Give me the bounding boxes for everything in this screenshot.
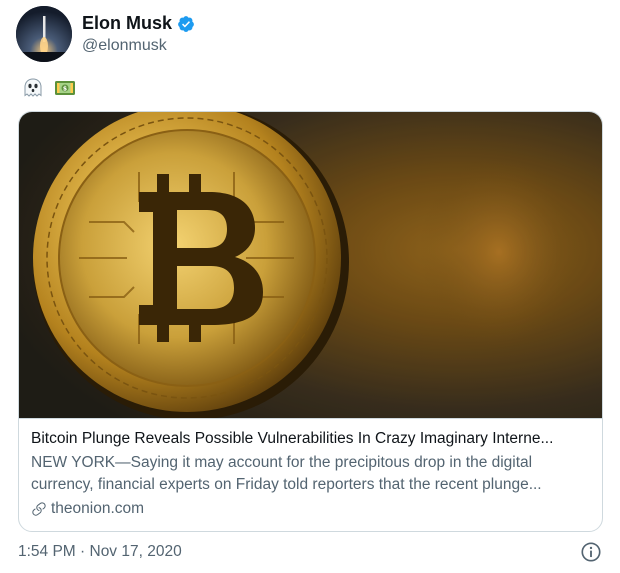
dollar-banknote-emoji-icon: $ <box>54 78 76 98</box>
user-info: Elon Musk @elonmusk <box>82 13 195 55</box>
tweet-timestamp[interactable]: 1:54 PM · Nov 17, 2020 <box>18 543 182 561</box>
card-domain[interactable]: theonion.com <box>31 498 590 520</box>
card-description: NEW YORK—Saying it may account for the p… <box>31 454 542 493</box>
avatar[interactable] <box>16 6 72 62</box>
ghost-emoji-icon <box>22 78 44 98</box>
tweet-header: Elon Musk @elonmusk <box>16 4 195 64</box>
display-name[interactable]: Elon Musk <box>82 13 172 34</box>
card-text[interactable]: Bitcoin Plunge Reveals Possible Vulnerab… <box>19 418 602 531</box>
user-handle[interactable]: @elonmusk <box>82 37 195 55</box>
card-domain-text[interactable]: theonion.com <box>51 498 144 520</box>
info-icon[interactable] <box>580 541 602 563</box>
name-row: Elon Musk <box>82 13 195 34</box>
card-title[interactable]: Bitcoin Plunge Reveals Possible Vulnerab… <box>31 429 590 449</box>
link-preview-card[interactable]: Bitcoin Plunge Reveals Possible Vulnerab… <box>18 111 603 532</box>
tweet: Elon Musk @elonmusk $ Bitcoin Plunge Rev… <box>0 0 620 573</box>
link-icon <box>31 501 47 517</box>
card-image-bitcoin-coin[interactable] <box>19 112 602 418</box>
verified-badge-icon <box>177 15 195 33</box>
tweet-text: $ <box>22 78 76 98</box>
svg-text:$: $ <box>63 86 67 93</box>
